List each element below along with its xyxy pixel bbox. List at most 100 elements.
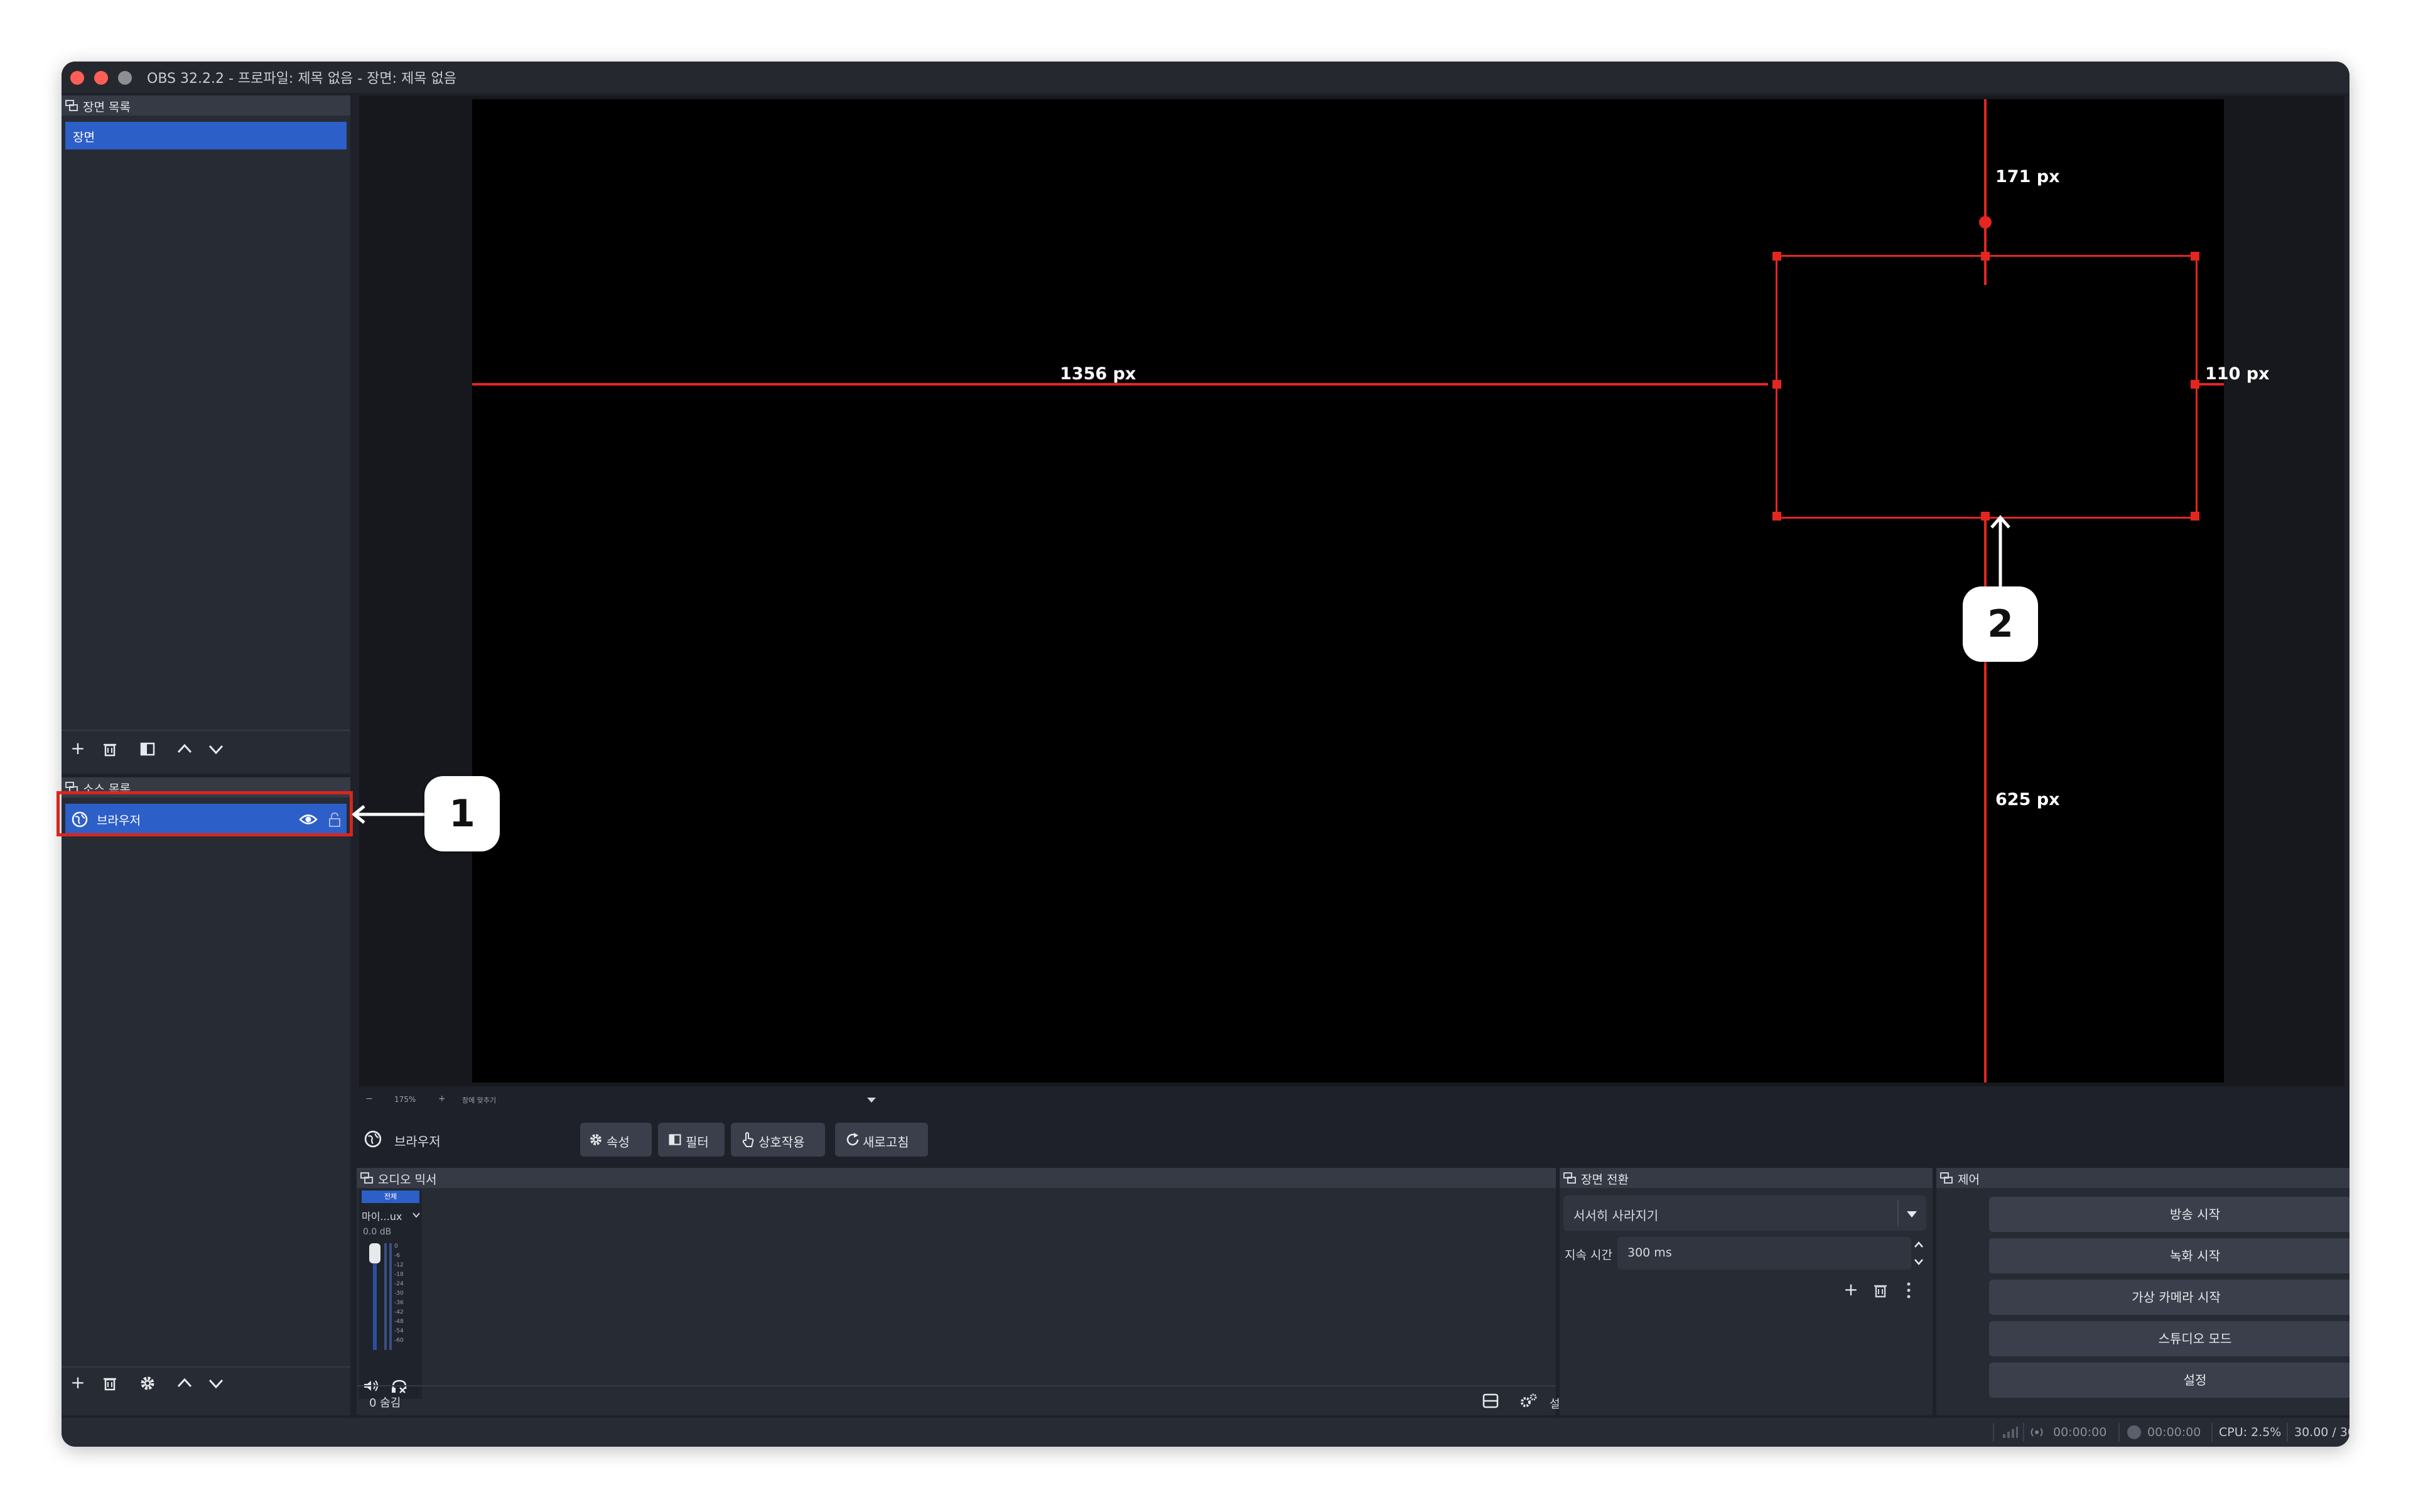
record-time: 00:00:00 bbox=[2147, 1425, 2201, 1439]
advanced-audio-icon[interactable] bbox=[1519, 1393, 1538, 1409]
refresh-label: 새로고침 bbox=[863, 1135, 909, 1150]
divider bbox=[2118, 1423, 2120, 1442]
settings-button[interactable]: 설정 bbox=[1989, 1363, 2349, 1398]
mixer-level: 0.0 dB bbox=[363, 1227, 392, 1237]
dock-undock-icon[interactable] bbox=[65, 100, 78, 111]
level-meter bbox=[389, 1243, 392, 1350]
headphones-icon[interactable] bbox=[391, 1379, 408, 1394]
minimize-window-button[interactable] bbox=[94, 71, 108, 85]
meter-tick: -48 bbox=[394, 1319, 404, 1325]
scenes-title: 장면 목록 bbox=[83, 100, 131, 114]
cpu-usage: CPU: 2.5% bbox=[2219, 1425, 2282, 1439]
chevron-down-icon[interactable] bbox=[412, 1212, 421, 1218]
resize-handle[interactable] bbox=[2191, 380, 2199, 389]
add-scene-button[interactable]: + bbox=[67, 737, 89, 760]
gear-icon bbox=[590, 1134, 601, 1145]
volume-slider-handle[interactable] bbox=[369, 1243, 380, 1263]
distance-bottom-label: 625 px bbox=[1995, 790, 2060, 809]
audio-mixer-dock: 오디오 믹서 전체 마이...ux 0.0 dB 0 -6 -12 -18 -2… bbox=[357, 1168, 1556, 1415]
more-vertical-icon[interactable] bbox=[1905, 1281, 1912, 1300]
start-streaming-button[interactable]: 방송 시작 bbox=[1989, 1197, 2349, 1232]
refresh-button[interactable]: 새로고침 bbox=[835, 1123, 928, 1157]
meter-tick: -12 bbox=[394, 1262, 404, 1268]
divider bbox=[62, 1366, 350, 1368]
transition-select[interactable]: 서서히 사라지기 bbox=[1563, 1196, 1926, 1231]
resize-handle[interactable] bbox=[1772, 252, 1781, 261]
stepper-icon[interactable] bbox=[1912, 1238, 1925, 1268]
interact-button[interactable]: 상호작용 bbox=[731, 1123, 825, 1157]
scene-item[interactable]: 장면 bbox=[65, 122, 347, 149]
stream-time: 00:00:00 bbox=[2053, 1425, 2107, 1439]
mixer-device-select[interactable]: 마이...ux bbox=[362, 1208, 402, 1223]
add-transition-button[interactable]: + bbox=[1840, 1278, 1862, 1301]
fps-readout: 30.00 / 30.00 FPS bbox=[2294, 1425, 2349, 1439]
zoom-window-button[interactable] bbox=[118, 71, 132, 85]
callout-1: 1 bbox=[424, 776, 500, 851]
close-window-button[interactable] bbox=[70, 71, 84, 85]
filter-icon[interactable] bbox=[139, 741, 156, 757]
resize-handle[interactable] bbox=[2191, 512, 2199, 521]
layout-icon[interactable] bbox=[1482, 1393, 1499, 1409]
context-bar: 브라우저 속성 필터 상호작용 새로고침 bbox=[357, 1114, 2349, 1164]
resize-handle[interactable] bbox=[1772, 380, 1781, 389]
add-source-button[interactable]: + bbox=[67, 1371, 89, 1394]
callout-highlight-box bbox=[57, 791, 353, 836]
preview-zoom-bar: − 175% + 창에 맞추기 bbox=[359, 1089, 2344, 1111]
resize-handle[interactable] bbox=[2191, 252, 2199, 261]
divider bbox=[1993, 1423, 1994, 1442]
meter-tick: -42 bbox=[394, 1309, 404, 1315]
arrow-left-icon bbox=[352, 805, 427, 824]
window-title: OBS 32.2.2 - 프로파일: 제목 없음 - 장면: 제목 없음 bbox=[147, 71, 456, 87]
meter-tick: -18 bbox=[394, 1272, 404, 1278]
transitions-dock: 장면 전환 서서히 사라지기 지속 시간 300 ms + bbox=[1560, 1168, 1933, 1415]
preview-canvas[interactable] bbox=[472, 99, 2224, 1083]
duration-label: 지속 시간 bbox=[1565, 1248, 1612, 1262]
divider bbox=[1897, 1201, 1899, 1226]
filter-icon bbox=[669, 1134, 681, 1145]
dock-undock-icon[interactable] bbox=[1940, 1172, 1953, 1184]
gear-icon[interactable] bbox=[139, 1375, 156, 1391]
zoom-out-button[interactable]: − bbox=[365, 1094, 373, 1104]
caret-down-icon bbox=[1907, 1211, 1917, 1218]
meter-tick: -30 bbox=[394, 1290, 404, 1297]
mixer-dock-title: 오디오 믹서 bbox=[357, 1168, 1556, 1188]
chevron-up-icon[interactable] bbox=[176, 1376, 193, 1389]
trash-icon[interactable] bbox=[102, 1375, 118, 1391]
transitions-title: 장면 전환 bbox=[1581, 1173, 1629, 1187]
zoom-fit-select[interactable]: 창에 맞추기 bbox=[462, 1095, 496, 1105]
dock-undock-icon[interactable] bbox=[1563, 1172, 1576, 1184]
properties-button[interactable]: 속성 bbox=[580, 1123, 652, 1157]
duration-input[interactable]: 300 ms bbox=[1617, 1237, 1911, 1270]
dock-undock-icon[interactable] bbox=[360, 1172, 373, 1184]
divider bbox=[62, 730, 350, 731]
mixer-tab[interactable]: 전체 bbox=[362, 1191, 419, 1203]
source-bounding-box[interactable] bbox=[1776, 255, 2198, 519]
trash-icon[interactable] bbox=[1872, 1282, 1889, 1299]
zoom-level: 175% bbox=[394, 1095, 416, 1104]
divider bbox=[357, 1385, 1556, 1386]
chevron-down-icon[interactable] bbox=[207, 1378, 225, 1390]
trash-icon[interactable] bbox=[102, 741, 118, 757]
resize-handle[interactable] bbox=[1772, 512, 1781, 521]
zoom-in-button[interactable]: + bbox=[438, 1094, 446, 1104]
meter-scale: 0 -6 -12 -18 -24 -30 -36 -42 -48 -54 -60 bbox=[394, 1243, 419, 1356]
title-bar: OBS 32.2.2 - 프로파일: 제목 없음 - 장면: 제목 없음 bbox=[62, 62, 2349, 93]
divider bbox=[2023, 1423, 2024, 1442]
distance-top-label: 171 px bbox=[1995, 167, 2060, 186]
caret-down-icon[interactable] bbox=[866, 1096, 876, 1104]
spacer bbox=[1483, 1169, 1484, 1170]
status-bar: 00:00:00 00:00:00 CPU: 2.5% 30.00 / 30.0… bbox=[62, 1418, 2349, 1447]
scenes-dock: 장면 목록 장면 + bbox=[62, 95, 350, 774]
record-icon bbox=[2127, 1425, 2141, 1439]
meter-tick: -54 bbox=[394, 1328, 404, 1334]
studio-mode-button[interactable]: 스튜디오 모드 bbox=[1989, 1321, 2349, 1356]
rotation-handle[interactable] bbox=[1979, 216, 1992, 229]
filters-button[interactable]: 필터 bbox=[658, 1123, 725, 1157]
start-virtual-camera-button[interactable]: 가상 카메라 시작 bbox=[1989, 1280, 2349, 1315]
scenes-dock-title: 장면 목록 bbox=[62, 95, 350, 116]
chevron-up-icon[interactable] bbox=[176, 742, 193, 755]
divider bbox=[2211, 1423, 2213, 1442]
chevron-down-icon[interactable] bbox=[207, 743, 225, 756]
resize-handle[interactable] bbox=[1981, 252, 1990, 261]
start-recording-button[interactable]: 녹화 시작 bbox=[1989, 1238, 2349, 1273]
